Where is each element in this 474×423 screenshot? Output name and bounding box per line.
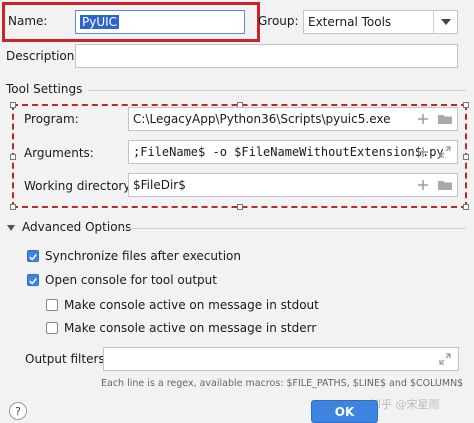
plus-icon[interactable] (415, 111, 431, 127)
working-directory-label: Working directory: (24, 179, 134, 193)
selection-handle (237, 204, 243, 210)
description-field[interactable] (75, 44, 458, 68)
plus-icon[interactable] (415, 144, 431, 160)
expand-icon[interactable] (437, 144, 453, 160)
arguments-value: ;FileName$ -o $FileNameWithoutExtension$… (133, 145, 444, 159)
advanced-options-title[interactable]: Advanced Options (22, 220, 131, 234)
sync-files-label[interactable]: Synchronize files after execution (45, 249, 241, 263)
watermark-text: 知乎 @宋星雨 (370, 398, 440, 411)
tool-settings-separator (88, 90, 466, 91)
output-filters-hint: Each line is a regex, available macros: … (101, 378, 464, 389)
selection-handle (10, 154, 16, 160)
ok-button[interactable]: OK (311, 400, 378, 423)
sync-files-checkbox[interactable] (27, 250, 39, 262)
name-label: Name: (8, 14, 48, 28)
output-filters-label: Output filters: (25, 352, 109, 366)
open-console-label[interactable]: Open console for tool output (45, 273, 217, 287)
group-dropdown-button[interactable] (433, 11, 457, 33)
description-label: Description: (6, 49, 79, 63)
output-filters-field[interactable] (103, 347, 459, 371)
arguments-label: Arguments: (24, 146, 94, 160)
selection-handle (10, 102, 16, 108)
folder-icon[interactable] (437, 177, 453, 193)
selection-handle (463, 102, 469, 108)
check-icon (29, 254, 37, 261)
console-active-stdout-checkbox[interactable] (46, 299, 58, 311)
group-label: Group: (258, 14, 299, 28)
selection-handle (10, 204, 16, 210)
help-button[interactable]: ? (9, 402, 27, 420)
open-console-checkbox[interactable] (27, 274, 39, 286)
advanced-options-separator (122, 228, 466, 229)
program-field[interactable]: C:\LegacyApp\Python36\Scripts\pyuic5.exe (128, 107, 458, 131)
console-active-stderr-label[interactable]: Make console active on message in stderr (64, 321, 316, 335)
working-directory-field[interactable]: $FileDir$ (128, 173, 458, 197)
console-active-stderr-checkbox[interactable] (46, 322, 58, 334)
selection-handle (463, 154, 469, 160)
folder-icon[interactable] (437, 111, 453, 127)
check-icon (29, 278, 37, 285)
tool-settings-title: Tool Settings (6, 82, 83, 96)
name-value: PyUIC (80, 15, 120, 29)
arguments-field[interactable]: ;FileName$ -o $FileNameWithoutExtension$… (128, 140, 458, 164)
chevron-down-icon (441, 19, 451, 25)
program-value: C:\LegacyApp\Python36\Scripts\pyuic5.exe (133, 112, 391, 126)
expand-icon[interactable] (437, 351, 453, 367)
name-field[interactable]: PyUIC (75, 10, 245, 34)
plus-icon[interactable] (415, 177, 431, 193)
group-value: External Tools (308, 15, 392, 29)
program-label: Program: (24, 112, 79, 126)
working-directory-value: $FileDir$ (133, 178, 186, 192)
selection-handle (463, 204, 469, 210)
console-active-stdout-label[interactable]: Make console active on message in stdout (64, 298, 319, 312)
triangle-down-icon[interactable] (6, 223, 16, 233)
